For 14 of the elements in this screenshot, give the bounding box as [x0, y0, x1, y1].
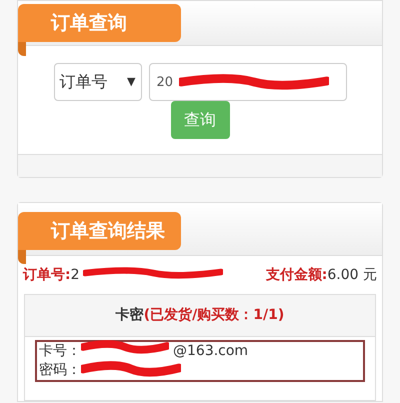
card-number-label: 卡号：: [39, 342, 81, 361]
panel-title: 订单查询: [18, 4, 181, 42]
card-number-value: @163.com: [173, 342, 248, 361]
search-type-dropdown[interactable]: 订单号 ▼: [54, 63, 142, 101]
tab-fold: [18, 42, 26, 56]
card-status: (已发货/购买数：1/1): [144, 306, 284, 325]
amount-label: 支付金额:: [266, 266, 328, 284]
card-secret-label: 卡密: [116, 306, 144, 325]
panel-title: 订单查询结果: [18, 212, 181, 250]
tab-fold: [18, 250, 26, 264]
password-label: 密码：: [39, 361, 81, 380]
order-number-value: 2: [70, 266, 80, 284]
amount-value: 6.00 元: [327, 266, 377, 284]
order-number-label: 订单号:: [23, 266, 71, 284]
